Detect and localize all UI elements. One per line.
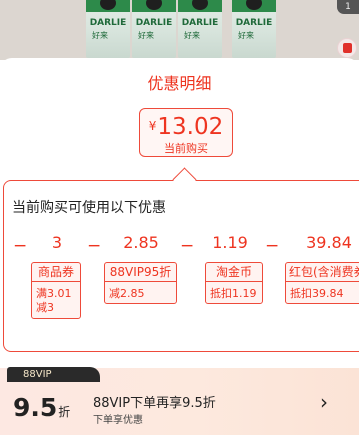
minus-sign: − (180, 236, 195, 256)
vip-headline: 88VIP下单再享9.5折 (93, 396, 216, 411)
chevron-right-icon[interactable]: › (320, 390, 328, 414)
toothpaste-pack-image: DARLIE 好来 (232, 0, 276, 58)
tag-label: 红包(含消费券) (286, 263, 359, 282)
tag-detail: 满3.01 减3 (36, 287, 72, 314)
vip-label: 88VIP (7, 367, 100, 382)
discount-value: 3 (51, 233, 63, 252)
vip-subline: 下单享优惠 (93, 415, 143, 426)
currency-symbol: ¥ (148, 119, 157, 133)
vip-discount-unit: 折 (58, 405, 71, 419)
discount-value: 2.85 (123, 233, 159, 252)
tag-detail: 抵扣1.19 (210, 287, 257, 300)
red-packet-tag: 红包(含消费券) 抵扣39.84 (285, 262, 359, 304)
coupon-tag: 商品券 满3.01 减3 (31, 262, 81, 319)
pack-cn: 好来 (138, 31, 154, 40)
callout-title: 当前购买可使用以下优惠 (12, 200, 166, 216)
pack-brand: DARLIE (235, 18, 273, 28)
chart-icon[interactable] (337, 38, 357, 58)
pack-cn: 好来 (184, 31, 200, 40)
tag-label: 淘金币 (206, 263, 262, 282)
sheet-title: 优惠明细 (147, 74, 212, 93)
pack-brand: DARLIE (135, 18, 173, 28)
discount-value: 1.19 (212, 233, 248, 252)
price-amount: 13.02 (157, 114, 224, 140)
current-price: ¥13.02 (140, 113, 232, 140)
discount-detail-screen: DARLIE 好来 DARLIE 好来 DARLIE 好来 DARLIE 好来 … (0, 0, 359, 435)
discount-callout: 当前购买可使用以下优惠 − 3 − 2.85 − 1.19 − 39.84 商品… (3, 180, 359, 352)
toothpaste-pack-image: DARLIE 好来 (86, 0, 130, 58)
vip-discount-rate: 9.5折 (13, 393, 70, 422)
tag-label: 商品券 (32, 263, 80, 282)
pack-brand: DARLIE (181, 18, 219, 28)
vip-discount-tag: 88VIP95折 减2.85 (104, 262, 177, 304)
tag-detail: 减2.85 (109, 287, 145, 300)
product-image-strip: DARLIE 好来 DARLIE 好来 DARLIE 好来 DARLIE 好来 … (0, 0, 359, 60)
price-caption: 当前购买 (164, 142, 208, 155)
minus-sign: − (265, 236, 280, 256)
taojinbi-tag: 淘金币 抵扣1.19 (205, 262, 263, 304)
minus-sign: − (87, 236, 102, 256)
pack-cn: 好来 (238, 31, 254, 40)
discount-value: 39.84 (306, 233, 352, 252)
toothpaste-pack-image: DARLIE 好来 (132, 0, 176, 58)
vip-discount-value: 9.5 (13, 393, 58, 422)
toothpaste-pack-image: DARLIE 好来 (178, 0, 222, 58)
pack-cn: 好来 (92, 31, 108, 40)
minus-sign: − (13, 236, 28, 256)
tag-detail: 抵扣39.84 (290, 287, 344, 300)
image-index-badge: 1 (337, 0, 359, 14)
tag-label: 88VIP95折 (105, 263, 176, 282)
current-price-box: ¥13.02 当前购买 (139, 108, 233, 157)
pack-brand: DARLIE (89, 18, 127, 28)
